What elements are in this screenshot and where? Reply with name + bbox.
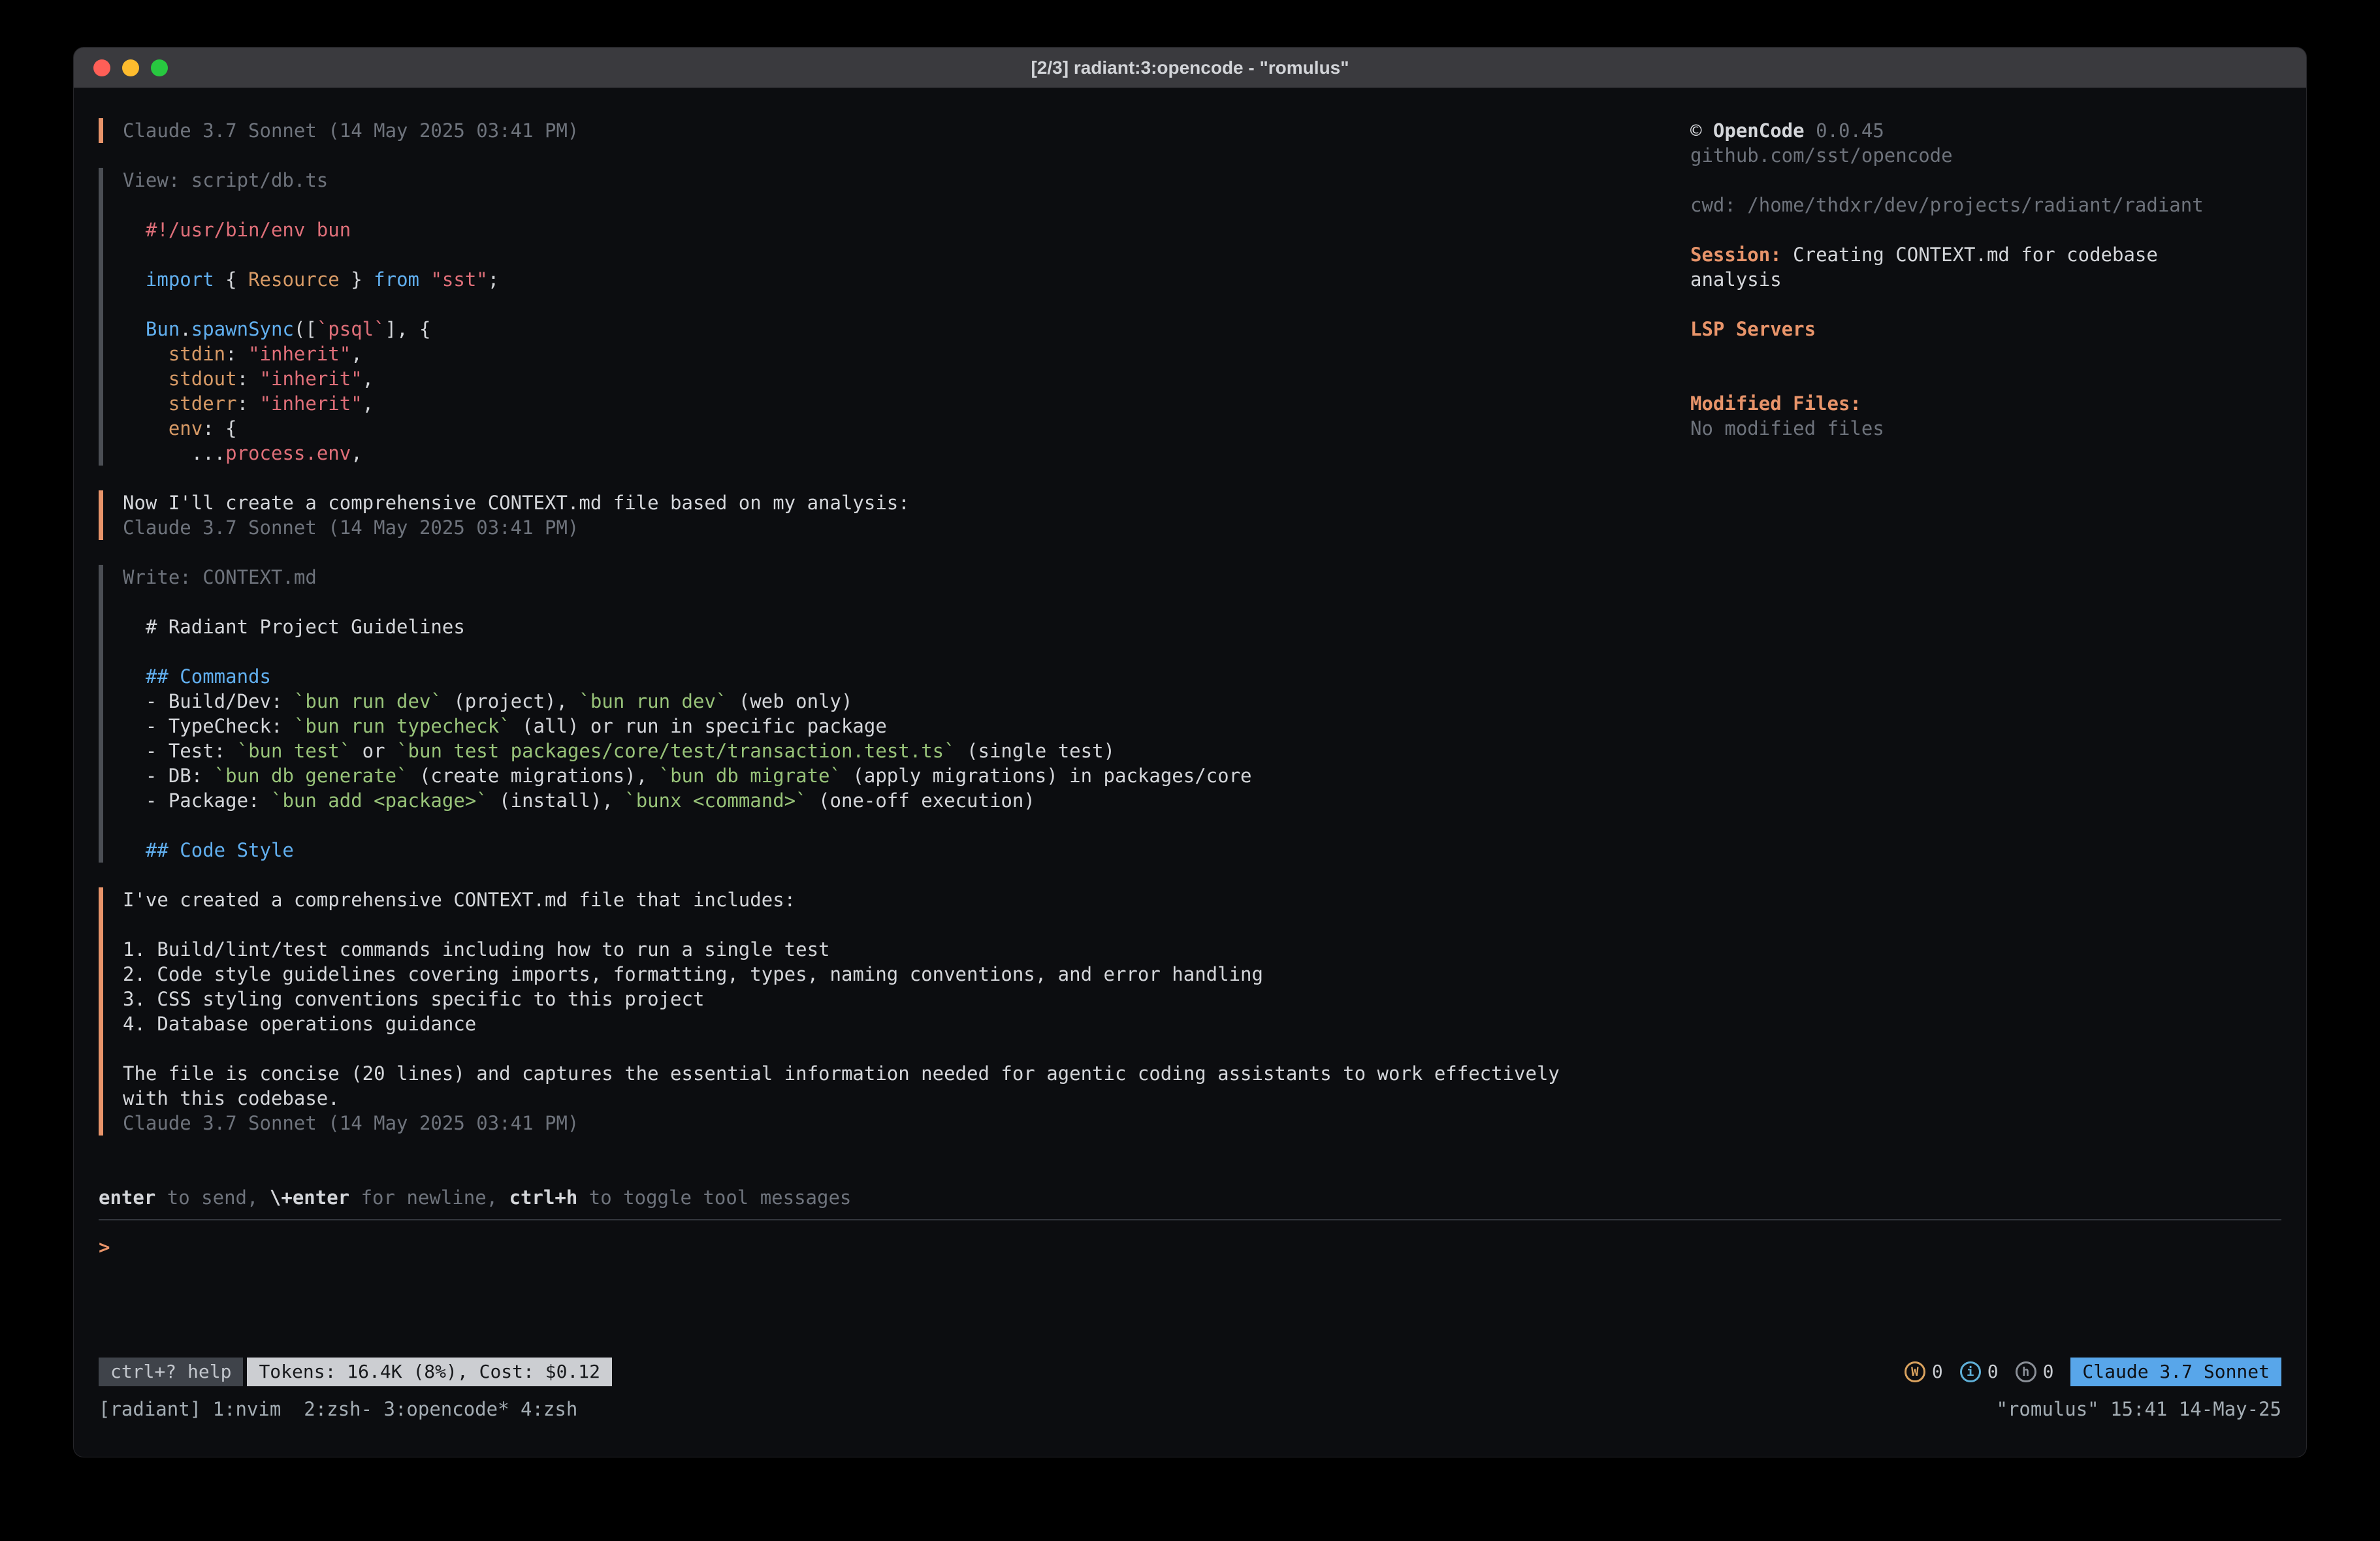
traffic-lights (93, 59, 168, 76)
line: The file is concise (20 lines) and captu… (123, 1061, 1666, 1086)
prompt-symbol: > (99, 1236, 110, 1258)
line: Claude 3.7 Sonnet (14 May 2025 03:41 PM) (123, 515, 1666, 540)
line: ## Code Style (123, 838, 1666, 863)
line: - Test: `bun test` or `bun test packages… (123, 739, 1666, 763)
statusbar-right-group: W 0 i 0 h 0 Claude 3.7 Sonnet (1905, 1358, 2281, 1386)
line: stderr: "inherit", (123, 391, 1666, 416)
line: LSP Servers (1690, 317, 2281, 342)
tool-write-block: Write: CONTEXT.md # Radiant Project Guid… (99, 565, 1666, 863)
line (123, 813, 1666, 838)
spacer (99, 1260, 2281, 1358)
line: github.com/sst/opencode (1690, 143, 2281, 168)
tmux-session-time: "romulus" 15:41 14-May-25 (1997, 1397, 2282, 1422)
tokens-cost-chip: Tokens: 16.4K (8%), Cost: $0.12 (247, 1358, 612, 1386)
zoom-button[interactable] (151, 59, 168, 76)
line: - Build/Dev: `bun run dev` (project), `b… (123, 689, 1666, 714)
line: enter to send, \+enter for newline, ctrl… (99, 1185, 2281, 1210)
prompt-input[interactable]: > (99, 1235, 2281, 1260)
sidebar: © OpenCode 0.0.45github.com/sst/opencode… (1690, 118, 2281, 1136)
sidebar-cwd: cwd: /home/thdxr/dev/projects/radiant/ra… (1690, 193, 2281, 217)
model-chip[interactable]: Claude 3.7 Sonnet (2070, 1358, 2281, 1386)
line: 2. Code style guidelines covering import… (123, 962, 1666, 987)
sidebar-app-info: © OpenCode 0.0.45github.com/sst/opencode (1690, 118, 2281, 168)
conversation: Claude 3.7 Sonnet (14 May 2025 03:41 PM)… (99, 118, 1666, 1136)
titlebar: [2/3] radiant:3:opencode - "romulus" (74, 48, 2306, 88)
line: #!/usr/bin/env bun (123, 217, 1666, 242)
line: cwd: /home/thdxr/dev/projects/radiant/ra… (1690, 193, 2281, 217)
line: Claude 3.7 Sonnet (14 May 2025 03:41 PM) (123, 118, 1666, 143)
line: - TypeCheck: `bun run typecheck` (all) o… (123, 714, 1666, 739)
line (123, 590, 1666, 614)
tmux-window-list[interactable]: [radiant] 1:nvim 2:zsh- 3:opencode* 4:zs… (99, 1397, 577, 1422)
line: 4. Database operations guidance (123, 1011, 1666, 1036)
line: ...process.env, (123, 441, 1666, 466)
assistant-message-summary: I've created a comprehensive CONTEXT.md … (99, 887, 1666, 1136)
sidebar-modified-files: Modified Files:No modified files (1690, 391, 2281, 441)
line: Claude 3.7 Sonnet (14 May 2025 03:41 PM) (123, 1111, 1666, 1136)
line: - DB: `bun db generate` (create migratio… (123, 763, 1666, 788)
line: View: script/db.ts (123, 168, 1666, 193)
info-count: 0 (1987, 1359, 1999, 1384)
info-icon: i (1960, 1361, 1981, 1382)
warning-icon: W (1905, 1361, 1925, 1382)
line: Modified Files: (1690, 391, 2281, 416)
line: Write: CONTEXT.md (123, 565, 1666, 590)
minimize-button[interactable] (122, 59, 139, 76)
line: env: { (123, 416, 1666, 441)
terminal-window: [2/3] radiant:3:opencode - "romulus" Cla… (73, 47, 2307, 1457)
line: Now I'll create a comprehensive CONTEXT.… (123, 490, 1666, 515)
line: Bun.spawnSync([`psql`], { (123, 317, 1666, 342)
close-button[interactable] (93, 59, 110, 76)
line: I've created a comprehensive CONTEXT.md … (123, 887, 1666, 912)
line (123, 292, 1666, 317)
line: - Package: `bun add <package>` (install)… (123, 788, 1666, 813)
hint-count: 0 (2043, 1359, 2054, 1384)
assistant-message-footer: Claude 3.7 Sonnet (14 May 2025 03:41 PM) (99, 118, 1666, 143)
line: Session: Creating CONTEXT.md for codebas… (1690, 242, 2281, 267)
window-title: [2/3] radiant:3:opencode - "romulus" (1031, 57, 1349, 78)
diagnostic-hints: h 0 (2016, 1359, 2054, 1384)
terminal-content[interactable]: Claude 3.7 Sonnet (14 May 2025 03:41 PM)… (74, 88, 2306, 1457)
sidebar-session: Session: Creating CONTEXT.md for codebas… (1690, 242, 2281, 292)
keybind-help: enter to send, \+enter for newline, ctrl… (99, 1185, 2281, 1210)
line: © OpenCode 0.0.45 (1690, 118, 2281, 143)
line (123, 242, 1666, 267)
line: 3. CSS styling conventions specific to t… (123, 987, 1666, 1011)
assistant-message: Now I'll create a comprehensive CONTEXT.… (99, 490, 1666, 540)
sidebar-lsp-servers: LSP Servers (1690, 317, 2281, 342)
line (123, 639, 1666, 664)
line: # Radiant Project Guidelines (123, 614, 1666, 639)
content-row: Claude 3.7 Sonnet (14 May 2025 03:41 PM)… (99, 118, 2281, 1136)
line: No modified files (1690, 416, 2281, 441)
line: analysis (1690, 267, 2281, 292)
diagnostic-infos: i 0 (1960, 1359, 1999, 1384)
line: with this codebase. (123, 1086, 1666, 1111)
warning-count: 0 (1932, 1359, 1943, 1384)
diagnostic-warnings: W 0 (1905, 1359, 1943, 1384)
statusbar: ctrl+? help Tokens: 16.4K (8%), Cost: $0… (99, 1358, 2281, 1386)
line (123, 1036, 1666, 1061)
line: 1. Build/lint/test commands including ho… (123, 937, 1666, 962)
tmux-statusbar: [radiant] 1:nvim 2:zsh- 3:opencode* 4:zs… (99, 1397, 2281, 1422)
tool-view-block: View: script/db.ts #!/usr/bin/env bun im… (99, 168, 1666, 466)
help-keybind-chip: ctrl+? help (99, 1358, 243, 1386)
input-divider (99, 1219, 2281, 1220)
line: ## Commands (123, 664, 1666, 689)
line (123, 912, 1666, 937)
line: import { Resource } from "sst"; (123, 267, 1666, 292)
hint-icon: h (2016, 1361, 2036, 1382)
line (123, 193, 1666, 217)
line: stdin: "inherit", (123, 342, 1666, 366)
line: stdout: "inherit", (123, 366, 1666, 391)
